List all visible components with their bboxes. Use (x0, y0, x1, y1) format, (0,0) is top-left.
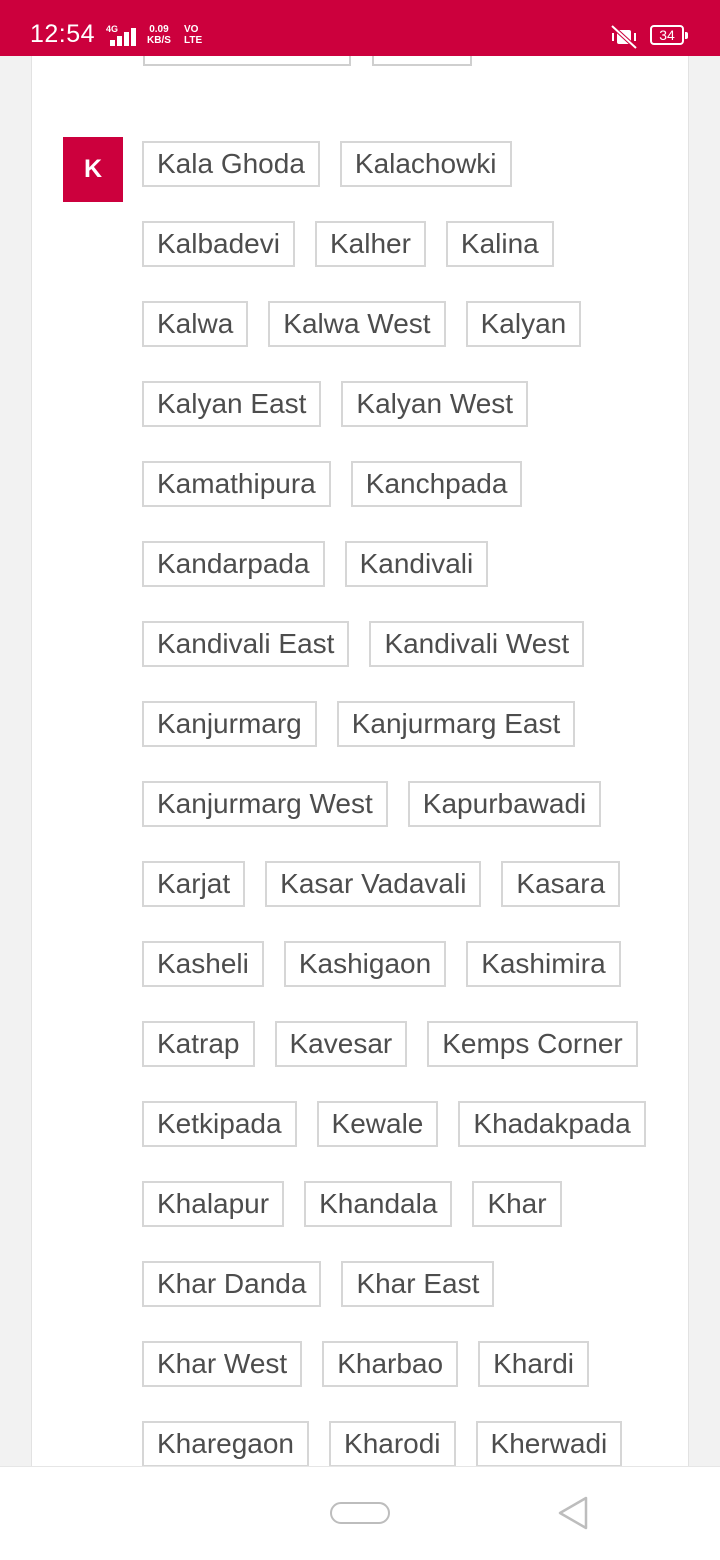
area-tag[interactable]: Kala Ghoda (142, 141, 320, 187)
area-tag[interactable]: Khar East (341, 1261, 495, 1307)
area-tag[interactable]: Kasara (501, 861, 621, 907)
area-tag[interactable]: Khar Danda (142, 1261, 322, 1307)
area-tag[interactable]: Katrap (142, 1021, 255, 1067)
tag-row: Kanjurmarg West Kapurbawadi (142, 781, 672, 827)
tag-row: Kharegaon Kharodi Kherwadi (142, 1421, 672, 1466)
area-tag[interactable]: Kherwadi (475, 1421, 623, 1466)
tag-row: Kanjurmarg Kanjurmarg East (142, 701, 672, 747)
tag-row: Kalwa Kalwa West Kalyan (142, 301, 672, 347)
area-tag[interactable]: Kanjurmarg East (336, 701, 576, 747)
area-tag[interactable]: Kasar Vadavali (265, 861, 482, 907)
area-tag[interactable]: Kapurbawadi (407, 781, 602, 827)
area-tag[interactable]: Kalwa West (268, 301, 446, 347)
area-tag[interactable]: Kalbadevi (142, 221, 295, 267)
status-time: 12:54 (30, 20, 96, 48)
area-tag[interactable]: Kasheli (142, 941, 264, 987)
area-tag[interactable]: Kashimira (466, 941, 621, 987)
area-tag[interactable]: Kalwa (142, 301, 249, 347)
area-tag[interactable]: Kashigaon (283, 941, 447, 987)
tag-row: Khar West Kharbao Khardi (142, 1341, 672, 1387)
vibrate-off-icon (610, 24, 638, 50)
volte-bottom: LTE (184, 35, 203, 46)
area-tag[interactable]: Khandala (304, 1181, 453, 1227)
network-speed-value: 0.09 (149, 24, 169, 35)
signal-icon: 4G (104, 24, 138, 46)
tag-row: Kandarpada Kandivali (142, 541, 672, 587)
home-pill-icon[interactable] (330, 1502, 390, 1524)
area-tag-list: Kala Ghoda Kalachowki Kalbadevi Kalher Kalin… (142, 141, 672, 1466)
area-tag[interactable]: Kalyan West (341, 381, 529, 427)
area-tag[interactable]: Kanchpada (350, 461, 523, 507)
area-tag[interactable]: Kandivali West (369, 621, 585, 667)
navigation-bar (0, 1466, 720, 1560)
area-tag[interactable]: Kanjurmarg West (142, 781, 388, 827)
area-tag[interactable]: Kalyan (465, 301, 582, 347)
area-list-card: K Kala Ghoda Kalachowki Kalbadevi Kalher Kal… (31, 0, 689, 1466)
tag-row: Khar Danda Khar East (142, 1261, 672, 1307)
back-triangle-icon[interactable] (556, 1495, 590, 1531)
status-bar: 12:54 4G 0.09 KB/S VO LTE 34 (0, 0, 720, 56)
area-tag[interactable]: Khar West (142, 1341, 303, 1387)
volte-top: VO (184, 24, 199, 35)
area-tag[interactable]: Kandivali (344, 541, 489, 587)
tag-row: Ketkipada Kewale Khadakpada (142, 1101, 672, 1147)
area-tag[interactable]: Khardi (478, 1341, 590, 1387)
area-tag[interactable]: Kalina (445, 221, 554, 267)
network-speed: 0.09 KB/S (147, 24, 171, 46)
area-tag[interactable]: Kewale (316, 1101, 439, 1147)
area-tag[interactable]: Kamathipura (142, 461, 331, 507)
area-tag[interactable]: Kalher (314, 221, 426, 267)
area-tag[interactable]: Kharbao (322, 1341, 459, 1387)
area-tag[interactable]: Khar (472, 1181, 562, 1227)
tag-row: Kala Ghoda Kalachowki (142, 141, 672, 187)
tag-row: Katrap Kavesar Kemps Corner (142, 1021, 672, 1067)
area-tag[interactable]: Kanjurmarg (142, 701, 317, 747)
tag-row: Khalapur Khandala Khar (142, 1181, 672, 1227)
tag-row: Kalyan East Kalyan West (142, 381, 672, 427)
area-tag[interactable]: Kalachowki (339, 141, 512, 187)
area-tag[interactable]: Kemps Corner (427, 1021, 638, 1067)
volte-indicator: VO LTE (184, 24, 202, 46)
area-tag[interactable]: Kharegaon (142, 1421, 310, 1466)
section-letter-badge: K (63, 137, 123, 202)
tag-row: Kamathipura Kanchpada (142, 461, 672, 507)
tag-row: Kasheli Kashigaon Kashimira (142, 941, 672, 987)
network-type: 4G (106, 24, 119, 34)
area-tag[interactable]: Karjat (142, 861, 246, 907)
network-speed-unit: KB/S (147, 35, 171, 46)
tag-row: Kandivali East Kandivali West (142, 621, 672, 667)
area-tag[interactable]: Kharodi (329, 1421, 456, 1466)
battery-icon: 34 (650, 25, 688, 45)
area-tag[interactable]: Kandivali East (142, 621, 350, 667)
area-tag[interactable]: Kavesar (274, 1021, 408, 1067)
area-tag[interactable]: Ketkipada (142, 1101, 297, 1147)
area-tag[interactable]: Khadakpada (458, 1101, 646, 1147)
area-tag[interactable]: Khalapur (142, 1181, 285, 1227)
tag-row: Karjat Kasar Vadavali Kasara (142, 861, 672, 907)
area-tag[interactable]: Kalyan East (142, 381, 322, 427)
tag-row: Kalbadevi Kalher Kalina (142, 221, 672, 267)
area-tag[interactable]: Kandarpada (142, 541, 325, 587)
